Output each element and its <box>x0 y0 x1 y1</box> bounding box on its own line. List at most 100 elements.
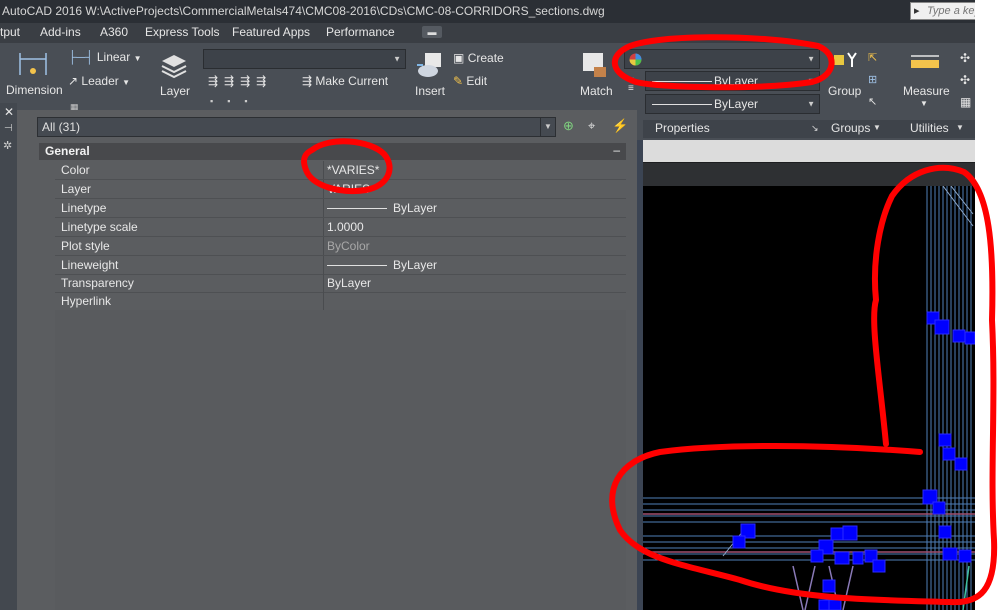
property-row-linetype-scale[interactable]: Linetype scale 1.0000 <box>55 218 626 237</box>
tab-featured-apps[interactable]: Featured Apps <box>232 25 310 39</box>
dimension-label: Dimension <box>6 83 63 97</box>
lineweight-sample <box>327 265 387 267</box>
property-value-cell[interactable]: ByLayer <box>327 201 437 215</box>
close-icon[interactable]: ✕ <box>4 105 14 119</box>
annotation-tools-row: ▦ <box>70 99 140 112</box>
property-row-linetype[interactable]: Linetype ByLayer <box>55 199 626 218</box>
layer-label: Layer <box>160 84 191 98</box>
lineweight-value: ByLayer <box>714 97 759 111</box>
dialog-launcher-icon[interactable]: ↘ <box>811 123 819 134</box>
ruler-icon <box>911 55 939 68</box>
lineweight-dropdown[interactable]: ByLayer ▼ <box>645 94 820 114</box>
make-current-label: Make Current <box>315 74 389 88</box>
group-label: Group <box>828 84 862 98</box>
property-label: Color <box>61 163 90 177</box>
general-section-header[interactable]: General – <box>39 143 626 160</box>
layer-tools-row-2: ▪▪▪ <box>210 96 262 106</box>
group-button[interactable]: Group <box>826 49 864 99</box>
linetype-sample <box>327 208 387 210</box>
linear-button[interactable]: ├─┤ Linear ▼ <box>68 50 141 64</box>
property-row-hyperlink[interactable]: Hyperlink <box>55 292 626 311</box>
property-value[interactable]: *VARIES* <box>327 163 379 177</box>
leader-button[interactable]: ↗ Leader ▼ <box>68 74 130 88</box>
linetype-sample <box>652 81 712 82</box>
insert-label: Insert <box>415 84 446 98</box>
property-label: Linetype <box>61 201 107 215</box>
ribbon-tab-bar: tput Add-ins A360 Express Tools Featured… <box>0 23 999 43</box>
edit-block-button[interactable]: ✎ Edit <box>453 74 487 88</box>
match-properties-icon <box>583 53 606 77</box>
column-divider <box>323 161 324 179</box>
collapse-icon[interactable]: – <box>613 143 620 157</box>
crosshair-icon: ✣ <box>960 73 971 87</box>
property-value[interactable]: 1.0000 <box>327 220 364 234</box>
property-value-cell[interactable]: ByLayer <box>327 258 437 272</box>
property-row-color[interactable]: Color *VARIES* <box>55 161 626 180</box>
point-id-icon: ✣ <box>960 51 971 65</box>
insert-button[interactable]: Insert <box>412 49 448 99</box>
property-value[interactable]: VARIES <box>327 182 370 196</box>
property-row-transparency[interactable]: Transparency ByLayer <box>55 274 626 293</box>
groups-panel-title[interactable]: Groups <box>831 121 870 135</box>
window-title: AutoCAD 2016 W:\ActiveProjects\Commercia… <box>2 4 605 18</box>
drawing-tab-strip <box>643 140 975 162</box>
tab-add-ins[interactable]: Add-ins <box>40 25 81 39</box>
property-row-layer[interactable]: Layer VARIES <box>55 180 626 199</box>
tab-output[interactable]: tput <box>0 25 20 39</box>
measure-label: Measure <box>903 84 950 98</box>
select-objects-icon[interactable]: ⌖ <box>588 118 595 134</box>
layer-tool-icons[interactable]: ⇶⇶⇶⇶ <box>208 74 272 88</box>
layer-dropdown[interactable]: ▼ <box>203 49 406 69</box>
linear-dimension-icon: ├─┤ <box>68 50 94 64</box>
property-row-plot-style[interactable]: Plot style ByColor <box>55 237 626 256</box>
quick-select-icon[interactable]: ⚡ <box>612 118 628 134</box>
layer-properties-button[interactable]: Layer <box>155 49 195 99</box>
linetype-value: ByLayer <box>714 74 759 88</box>
tab-express-tools[interactable]: Express Tools <box>145 25 219 39</box>
chevron-down-icon: ▼ <box>540 118 555 136</box>
group-tools-column[interactable]: ⇱ ⊞ ↖ <box>868 47 877 113</box>
measure-button[interactable]: Measure ▼ <box>900 49 952 109</box>
column-divider <box>323 256 324 274</box>
dimension-button[interactable]: Dimension <box>4 49 63 99</box>
color-dropdown[interactable]: ▼ <box>624 49 820 69</box>
match-properties-button[interactable]: Match <box>576 49 620 99</box>
property-row-lineweight[interactable]: Lineweight ByLayer <box>55 256 626 275</box>
linetype-dropdown[interactable]: ByLayer ▼ <box>645 71 820 91</box>
property-label: Lineweight <box>61 258 119 272</box>
lineweight-icon: ≡ ≡ <box>628 75 634 94</box>
group-edit-icon: ⊞ <box>868 74 878 86</box>
tab-a360[interactable]: A360 <box>100 25 128 39</box>
create-block-button[interactable]: ▣ Create <box>453 51 504 65</box>
chevron-down-icon: ▼ <box>956 123 964 132</box>
leader-label: Leader <box>81 74 119 88</box>
leader-icon: ↗ <box>68 74 79 88</box>
utilities-column[interactable]: ✣ ✣ ▦ <box>960 47 971 113</box>
screen-edge <box>975 0 999 610</box>
drawing-canvas[interactable] <box>643 186 975 610</box>
property-value[interactable]: ByLayer <box>327 276 371 290</box>
property-label: Layer <box>61 182 92 196</box>
title-bar: AutoCAD 2016 W:\ActiveProjects\Commercia… <box>0 0 999 23</box>
make-current-icon: ⇶ <box>302 74 313 88</box>
property-value: ByLayer <box>393 201 438 215</box>
settings-icon[interactable]: ✲ <box>3 139 12 152</box>
selection-filter-value: All (31) <box>42 120 81 134</box>
ribbon-minimize-button[interactable]: ▬ <box>422 26 442 38</box>
chevron-down-icon: ▼ <box>807 99 815 109</box>
lineweight-sample <box>652 104 712 105</box>
property-value: ByLayer <box>393 258 438 272</box>
auto-hide-icon[interactable]: ⊣ <box>4 123 13 134</box>
search-icon: ▸ <box>914 5 920 17</box>
column-divider <box>323 218 324 236</box>
create-block-icon: ▣ <box>453 51 465 65</box>
toggle-pickadd-icon[interactable]: ⊕ <box>563 118 574 134</box>
chevron-down-icon: ▼ <box>122 78 131 87</box>
selection-filter-dropdown[interactable]: All (31) ▼ <box>37 117 556 137</box>
properties-panel-title[interactable]: Properties <box>655 121 710 135</box>
utilities-panel-title[interactable]: Utilities <box>910 121 949 135</box>
edit-label: Edit <box>466 74 488 88</box>
make-current-button[interactable]: ⇶ Make Current <box>302 74 388 88</box>
insert-block-icon <box>417 53 441 77</box>
tab-performance[interactable]: Performance <box>326 25 395 39</box>
